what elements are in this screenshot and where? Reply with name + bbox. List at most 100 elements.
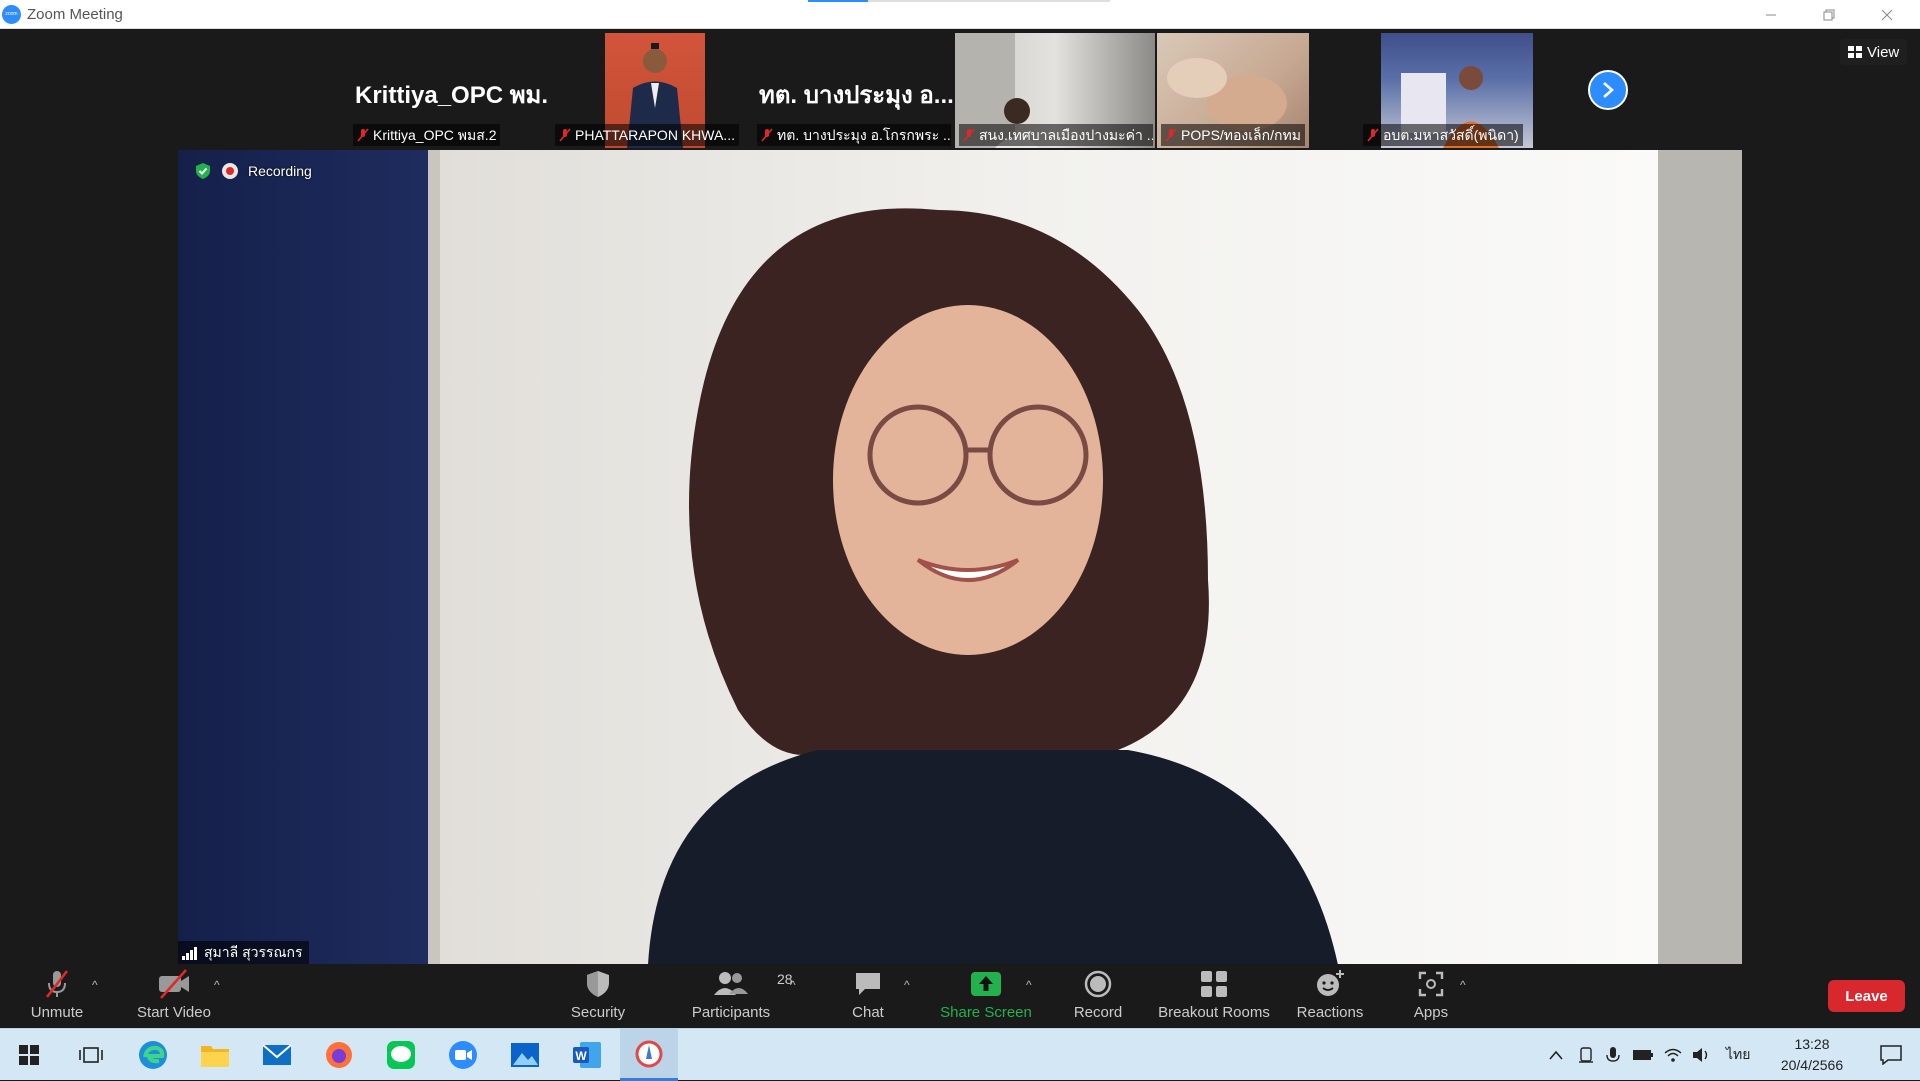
participant-tile[interactable]: POPS/ทองเล็ก/กทม — [1157, 33, 1357, 148]
participants-label: Participants — [691, 1004, 771, 1021]
share-caret-icon[interactable]: ^ — [1026, 978, 1032, 992]
security-label: Security — [570, 1004, 626, 1021]
close-window-button[interactable] — [1864, 0, 1910, 29]
next-page-button[interactable] — [1588, 70, 1628, 110]
participant-name: สนง.เทศบาลเมืองปางมะค่า ... — [979, 127, 1153, 143]
line-icon — [387, 1041, 415, 1069]
photos-icon — [511, 1043, 539, 1067]
window-title: Zoom Meeting — [27, 6, 123, 23]
reactions-label: Reactions — [1296, 1004, 1364, 1021]
share-screen-icon — [971, 972, 1001, 996]
chevron-right-icon — [1603, 82, 1614, 98]
muted-mic-icon — [357, 128, 369, 142]
breakout-rooms-icon — [1201, 971, 1227, 997]
security-button[interactable]: Security — [566, 964, 630, 1028]
clock-date: 20/4/2566 — [1780, 1057, 1844, 1073]
show-hidden-icons-chevron-icon[interactable] — [1548, 1049, 1564, 1061]
start-video-button[interactable]: Start Video — [132, 964, 216, 1028]
view-label: View — [1867, 43, 1900, 61]
notification-center-icon — [1880, 1045, 1902, 1065]
wifi-icon[interactable] — [1664, 1047, 1682, 1063]
apps-button[interactable]: Apps — [1406, 964, 1456, 1028]
muted-mic-icon — [761, 128, 773, 142]
record-button[interactable]: Record — [1066, 964, 1130, 1028]
participant-tile[interactable]: ทต. บางประมุง อ.... ทต. บางประมุง อ.โกรก… — [753, 33, 953, 148]
unmute-label: Unmute — [30, 1004, 84, 1021]
system-tray: ไทย — [1548, 1029, 1750, 1081]
word-icon: W — [573, 1042, 601, 1068]
participant-tile[interactable]: สนง.เทศบาลเมืองปางมะค่า ... — [955, 33, 1155, 148]
participant-display-name: ทต. บางประมุง อ.... — [759, 82, 953, 109]
svg-text:W: W — [575, 1049, 587, 1063]
minimize-button[interactable] — [1748, 0, 1794, 29]
muted-mic-icon — [1367, 128, 1379, 142]
participant-name: POPS/ทองเล็ก/กทม — [1181, 127, 1301, 143]
taskbar-app-word[interactable]: W — [558, 1029, 616, 1081]
participant-label: Krittiya_OPC พมส.2 — [353, 124, 501, 146]
chat-label: Chat — [852, 1004, 884, 1021]
breakout-rooms-button[interactable]: Breakout Rooms — [1156, 964, 1272, 1028]
drag-indicator-track — [868, 0, 1110, 2]
windows-start-icon — [19, 1045, 39, 1065]
participants-button[interactable]: 28 Participants — [686, 964, 793, 1028]
video-options-caret-icon[interactable]: ^ — [214, 978, 220, 992]
leave-button[interactable]: Leave — [1828, 980, 1905, 1012]
notifications-button[interactable] — [1862, 1029, 1920, 1081]
taskbar-app-photos[interactable] — [496, 1029, 554, 1081]
taskbar-app-line[interactable] — [372, 1029, 430, 1081]
start-button[interactable] — [0, 1029, 58, 1081]
encryption-shield-icon[interactable] — [194, 162, 212, 180]
participant-name: ทต. บางประมุง อ.โกรกพระ ... — [777, 127, 951, 143]
battery-icon[interactable] — [1632, 1048, 1654, 1062]
taskbar-clock[interactable]: 13:28 20/4/2566 — [1762, 1034, 1862, 1076]
taskbar-app-file-explorer[interactable] — [186, 1029, 244, 1081]
edge-icon — [139, 1041, 167, 1069]
view-button[interactable]: View — [1840, 39, 1908, 65]
task-view-icon — [79, 1047, 103, 1063]
chat-caret-icon[interactable]: ^ — [904, 978, 910, 992]
participants-icon — [714, 972, 748, 995]
taskbar-app-mail[interactable] — [248, 1029, 306, 1081]
apps-caret-icon[interactable]: ^ — [1460, 978, 1466, 992]
participant-tile[interactable]: Krittiya_OPC พม... Krittiya_OPC พมส.2 — [349, 33, 549, 148]
participant-name: อบต.มหาสวัสดิ์(พนิดา) — [1383, 127, 1519, 143]
drag-indicator[interactable] — [808, 0, 868, 2]
chat-button[interactable]: Chat — [836, 964, 900, 1028]
taskbar-app-firefox[interactable] — [310, 1029, 368, 1081]
meeting-toolbar: Unmute ^ Start Video ^ Security 28 Parti… — [0, 964, 1920, 1028]
file-explorer-icon — [201, 1046, 229, 1067]
input-language[interactable]: ไทย — [1726, 1044, 1750, 1066]
recording-label: Recording — [248, 163, 312, 179]
speaker-name-label: สุมาลี สุวรรณกร — [178, 941, 309, 965]
participant-display-name: Krittiya_OPC พม... — [355, 82, 549, 109]
signal-strength-icon — [182, 947, 197, 960]
restore-button[interactable] — [1806, 0, 1852, 29]
record-label: Record — [1073, 1004, 1123, 1021]
muted-mic-icon — [963, 128, 975, 142]
task-view-button[interactable] — [62, 1029, 120, 1081]
recording-indicator[interactable]: Recording — [194, 162, 312, 180]
taskbar-app-edge[interactable] — [124, 1029, 182, 1081]
zoom-logo-icon: zoom — [2, 5, 21, 24]
reactions-button[interactable]: Reactions — [1296, 964, 1364, 1028]
apps-label: Apps — [1413, 1004, 1449, 1021]
restore-icon — [1823, 9, 1835, 20]
volume-icon[interactable] — [1692, 1047, 1712, 1063]
participant-tile[interactable]: PHATTARAPON KHWA... — [551, 33, 751, 148]
muted-mic-icon — [559, 128, 571, 142]
share-screen-button[interactable]: Share Screen — [938, 964, 1034, 1028]
participant-label: ทต. บางประมุง อ.โกรกพระ ... — [757, 124, 951, 146]
active-speaker-video[interactable]: Recording สุมาลี สุวรรณกร — [178, 150, 1742, 965]
participants-caret-icon[interactable]: ^ — [790, 978, 796, 992]
participant-label: POPS/ทองเล็ก/กทม — [1161, 124, 1305, 146]
close-icon — [1881, 9, 1893, 20]
taskbar-app-zoom[interactable] — [434, 1029, 492, 1081]
unmute-button[interactable]: Unmute — [24, 964, 90, 1028]
audio-options-caret-icon[interactable]: ^ — [92, 978, 98, 992]
speaker-video-frame — [178, 150, 1742, 965]
security-shield-icon — [587, 971, 609, 997]
participant-tile[interactable]: อบต.มหาสวัสดิ์(พนิดา) — [1359, 33, 1559, 148]
meet-now-icon[interactable] — [1578, 1046, 1594, 1064]
microphone-icon[interactable] — [1606, 1046, 1620, 1064]
taskbar-app-paint[interactable] — [620, 1029, 678, 1081]
